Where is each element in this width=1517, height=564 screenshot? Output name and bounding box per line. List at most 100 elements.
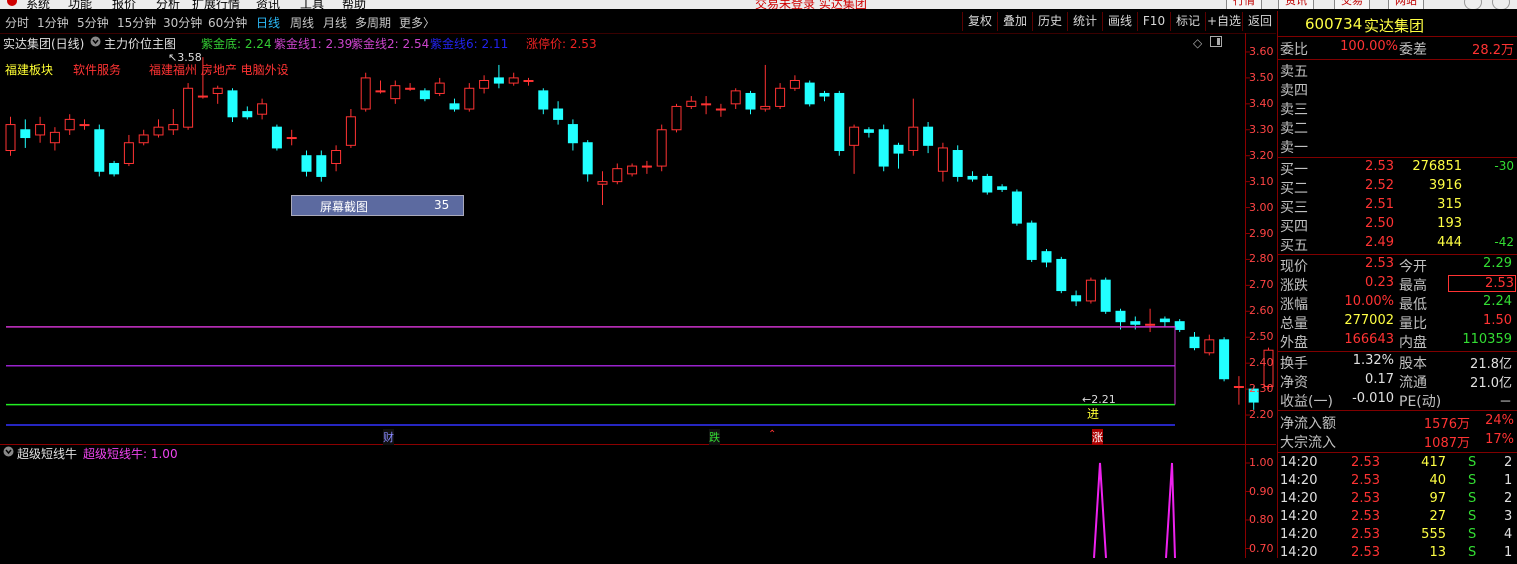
menu-item-system[interactable]: 系统 [26, 0, 50, 9]
screenshot-tooltip[interactable]: 屏幕截图 35 [291, 195, 464, 216]
sell-level-row[interactable]: 卖四 [1278, 80, 1517, 99]
buy-level-row[interactable]: 买四 2.50 193 [1278, 216, 1517, 235]
price-axis-label: 3.60 [1249, 44, 1274, 58]
tick-volume: 97 [1429, 491, 1446, 506]
tick-row[interactable]: 14:20 2.53 13 S 1 [1278, 545, 1517, 564]
candle-body [834, 92, 845, 152]
period-tab-weekly[interactable]: 周线 [290, 14, 314, 31]
overlay-button[interactable]: 叠加 [997, 12, 1032, 31]
market-button[interactable]: 行情 [1226, 0, 1262, 9]
news-button[interactable]: 资讯 [1278, 0, 1314, 9]
menu-item-tools[interactable]: 工具 [300, 0, 324, 9]
period-tab-30min[interactable]: 30分钟 [163, 14, 202, 31]
sector-tag-software[interactable]: 软件服务 [73, 61, 121, 78]
menu-item-quote[interactable]: 报价 [112, 0, 136, 9]
event-mark-finance[interactable]: 财 [383, 429, 394, 445]
indicator-toggle-icon[interactable] [90, 36, 101, 50]
price-axis-label: 2.30 [1249, 382, 1274, 396]
tick-row[interactable]: 14:20 2.53 555 S 4 [1278, 527, 1517, 546]
sell-level-row[interactable]: 卖一 [1278, 137, 1517, 156]
minimize-button[interactable] [1464, 0, 1482, 9]
buy-level-row[interactable]: 买五 2.49 444 -42 [1278, 235, 1517, 254]
buy-level-row[interactable]: 买二 2.52 3916 [1278, 178, 1517, 197]
stats-button[interactable]: 统计 [1067, 12, 1102, 31]
menu-bar: 系统 功能 报价 分析 扩展行情 资讯 工具 帮助 交易未登录 实达集团 行情 … [0, 0, 1517, 9]
diamond-icon[interactable]: ◇ [1193, 36, 1202, 50]
sell-level-row[interactable]: 卖三 [1278, 99, 1517, 118]
menu-item-ext-market[interactable]: 扩展行情 [192, 0, 240, 9]
tick-direction: S [1468, 473, 1477, 488]
candle-body [612, 168, 623, 183]
sector-tag-fujian[interactable]: 福建板块 [5, 61, 53, 78]
period-tab-more[interactable]: 更多〉 [399, 14, 435, 31]
weibi-value: 100.00% [1340, 39, 1398, 54]
tick-row[interactable]: 14:20 2.53 27 S 3 [1278, 509, 1517, 528]
candle-body [1174, 321, 1185, 330]
buy-level-row[interactable]: 买三 2.51 315 [1278, 197, 1517, 216]
stat2-label: 流通 [1399, 375, 1427, 391]
stat-row: 现价 2.53 今开 2.29 [1278, 256, 1517, 275]
draw-line-button[interactable]: 画线 [1102, 12, 1137, 31]
period-toolbar: 分时 1分钟 5分钟 15分钟 30分钟 60分钟 日线 周线 月线 多周期 更… [0, 11, 1276, 34]
candle-body [5, 124, 16, 152]
period-tab-monthly[interactable]: 月线 [323, 14, 347, 31]
tick-time: 14:20 [1280, 473, 1318, 488]
kline-chart-canvas[interactable] [0, 33, 1276, 558]
period-tab-timeline[interactable]: 分时 [5, 14, 29, 31]
adjust-button[interactable]: 复权 [962, 12, 997, 31]
menu-item-function[interactable]: 功能 [68, 0, 92, 9]
candle-body [1041, 251, 1052, 263]
candle-body [1233, 386, 1244, 389]
panel-toggle-icon[interactable] [1210, 36, 1222, 50]
buy-level-row[interactable]: 买一 2.53 276851 -30 [1278, 159, 1517, 178]
candle-body [967, 175, 978, 180]
buy-level-volume: 315 [1437, 197, 1462, 212]
period-tab-15min[interactable]: 15分钟 [117, 14, 156, 31]
kline-chart-area[interactable]: 实达集团(日线) 主力价位主图 紫金底: 2.24 紫金线1: 2.39 紫金线… [0, 33, 1276, 558]
event-mark-drop[interactable]: 跌 [709, 429, 720, 445]
period-tab-60min[interactable]: 60分钟 [208, 14, 247, 31]
candle-body [1056, 258, 1067, 292]
stat-value: 2.53 [1448, 275, 1516, 292]
sub-indicator-plot [1093, 462, 1176, 558]
website-button[interactable]: 网站 [1388, 0, 1424, 9]
period-tab-5min[interactable]: 5分钟 [77, 14, 109, 31]
price-axis-label: 2.90 [1249, 226, 1274, 240]
candle-body [715, 108, 726, 111]
candle-body [390, 85, 401, 100]
history-button[interactable]: 历史 [1032, 12, 1067, 31]
candle-body [567, 124, 578, 144]
tick-row[interactable]: 14:20 2.53 97 S 2 [1278, 491, 1517, 510]
event-mark-rise[interactable]: 涨 [1092, 429, 1103, 445]
maximize-button[interactable] [1492, 0, 1510, 9]
tick-row[interactable]: 14:20 2.53 40 S 1 [1278, 473, 1517, 492]
menu-item-analysis[interactable]: 分析 [156, 0, 180, 9]
tooltip-label: 屏幕截图 [320, 200, 369, 214]
sub-indicator-toggle-icon[interactable] [3, 446, 14, 460]
tick-direction: S [1468, 491, 1477, 506]
sub-indicator-title[interactable]: 超级短线牛 [17, 445, 77, 462]
main-indicator-name[interactable]: 主力价位主图 [104, 35, 176, 52]
candle-body [345, 116, 356, 146]
tick-count: 4 [1504, 527, 1513, 542]
candle-body [627, 165, 638, 175]
period-tab-1min[interactable]: 1分钟 [37, 14, 69, 31]
candle-body [1145, 323, 1156, 326]
add-watchlist-button[interactable]: +自选 [1205, 12, 1242, 31]
sell-level-row[interactable]: 卖二 [1278, 118, 1517, 137]
mark-button[interactable]: 标记 [1170, 12, 1205, 31]
price-axis-label: 2.50 [1249, 330, 1274, 344]
candle-body [997, 186, 1008, 190]
tick-row[interactable]: 14:20 2.53 417 S 2 [1278, 455, 1517, 474]
period-tab-multi[interactable]: 多周期 [355, 14, 391, 31]
menu-item-news[interactable]: 资讯 [256, 0, 280, 9]
app-logo-icon[interactable] [6, 0, 18, 9]
f10-button[interactable]: F10 [1137, 12, 1170, 31]
candle-body [168, 124, 179, 131]
trade-button[interactable]: 交易 [1334, 0, 1370, 9]
sell-level-row[interactable]: 卖五 [1278, 61, 1517, 80]
period-tab-daily[interactable]: 日线 [256, 14, 280, 31]
event-mark-arrow-icon[interactable]: ⌃ [768, 429, 776, 440]
back-button[interactable]: 返回 [1242, 12, 1277, 31]
menu-item-help[interactable]: 帮助 [342, 0, 366, 9]
